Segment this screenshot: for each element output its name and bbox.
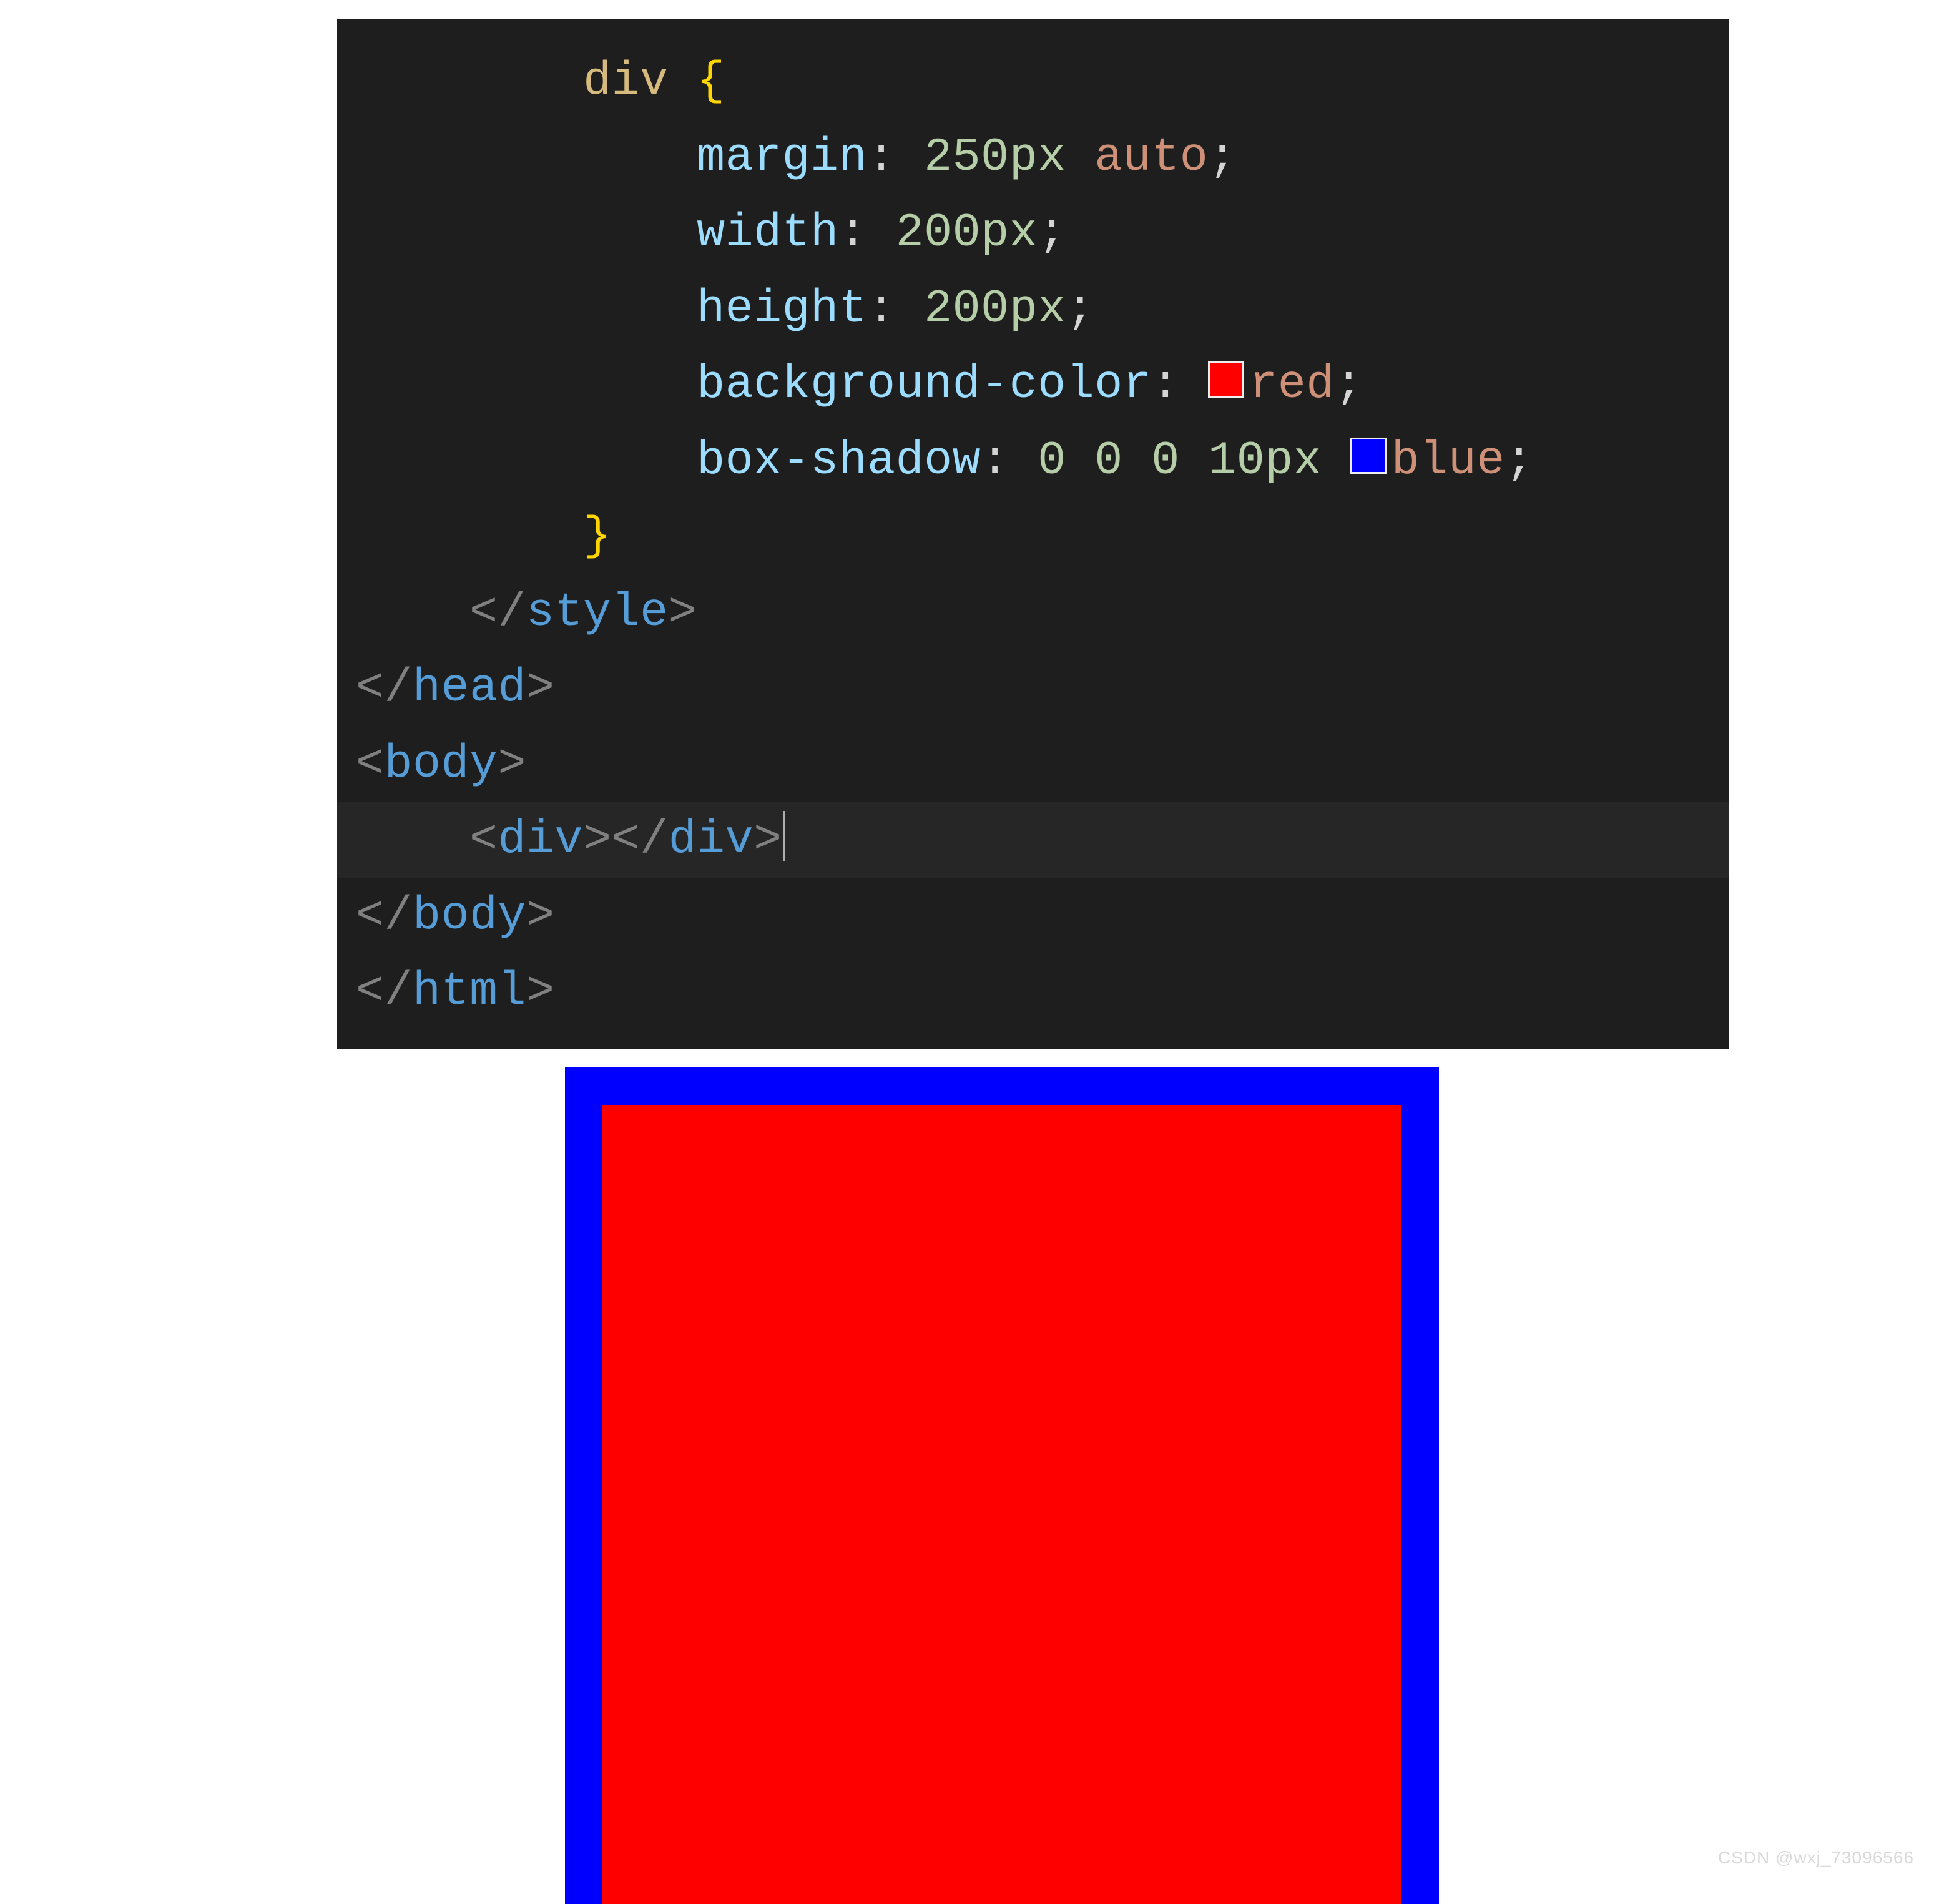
code-line: background-color: red; — [356, 347, 1692, 423]
code-line: div { — [356, 44, 1692, 120]
code-line: box-shadow: 0 0 0 10px blue; — [356, 423, 1692, 499]
css-prop: margin — [697, 131, 867, 184]
code-line: height: 200px; — [356, 272, 1692, 348]
code-line: } — [356, 499, 1692, 575]
code-line: </body> — [356, 878, 1692, 954]
open-body-tag: body — [385, 738, 498, 791]
code-line: </head> — [356, 650, 1692, 727]
css-value-nums: 0 0 0 10px — [1038, 434, 1322, 488]
code-line-current: <div></div> — [337, 802, 1729, 878]
css-prop: box-shadow — [697, 434, 981, 488]
document-page: div { margin: 250px auto; width: 200px; … — [0, 0, 1939, 1880]
color-swatch-red-icon — [1208, 361, 1244, 398]
preview-red-box — [602, 1105, 1401, 1904]
brace-open: { — [697, 55, 725, 108]
css-value: blue — [1392, 434, 1505, 488]
code-line: margin: 250px auto; — [356, 120, 1692, 196]
code-line: </html> — [356, 954, 1692, 1030]
close-body-tag: body — [413, 890, 526, 943]
code-line: <body> — [356, 727, 1692, 803]
code-line: </style> — [356, 575, 1692, 651]
close-head-tag: head — [413, 662, 526, 715]
div-close-tag: div — [669, 813, 754, 866]
css-prop: background-color — [697, 358, 1151, 411]
text-cursor-icon — [783, 811, 785, 861]
css-prop: height — [697, 283, 867, 336]
css-value: red — [1249, 358, 1335, 411]
code-editor-panel: div { margin: 250px auto; width: 200px; … — [337, 19, 1729, 1049]
css-selector: div — [583, 55, 669, 108]
color-swatch-blue-icon — [1350, 438, 1387, 474]
brace-close: } — [583, 510, 612, 563]
css-prop: width — [697, 207, 839, 260]
watermark-text: CSDN @wxj_73096566 — [1718, 1848, 1914, 1868]
close-html-tag: html — [413, 965, 526, 1018]
code-line: width: 200px; — [356, 195, 1692, 272]
div-open-tag: div — [498, 813, 584, 866]
close-style-tag: style — [526, 586, 669, 639]
rendered-preview — [574, 1105, 1430, 1854]
